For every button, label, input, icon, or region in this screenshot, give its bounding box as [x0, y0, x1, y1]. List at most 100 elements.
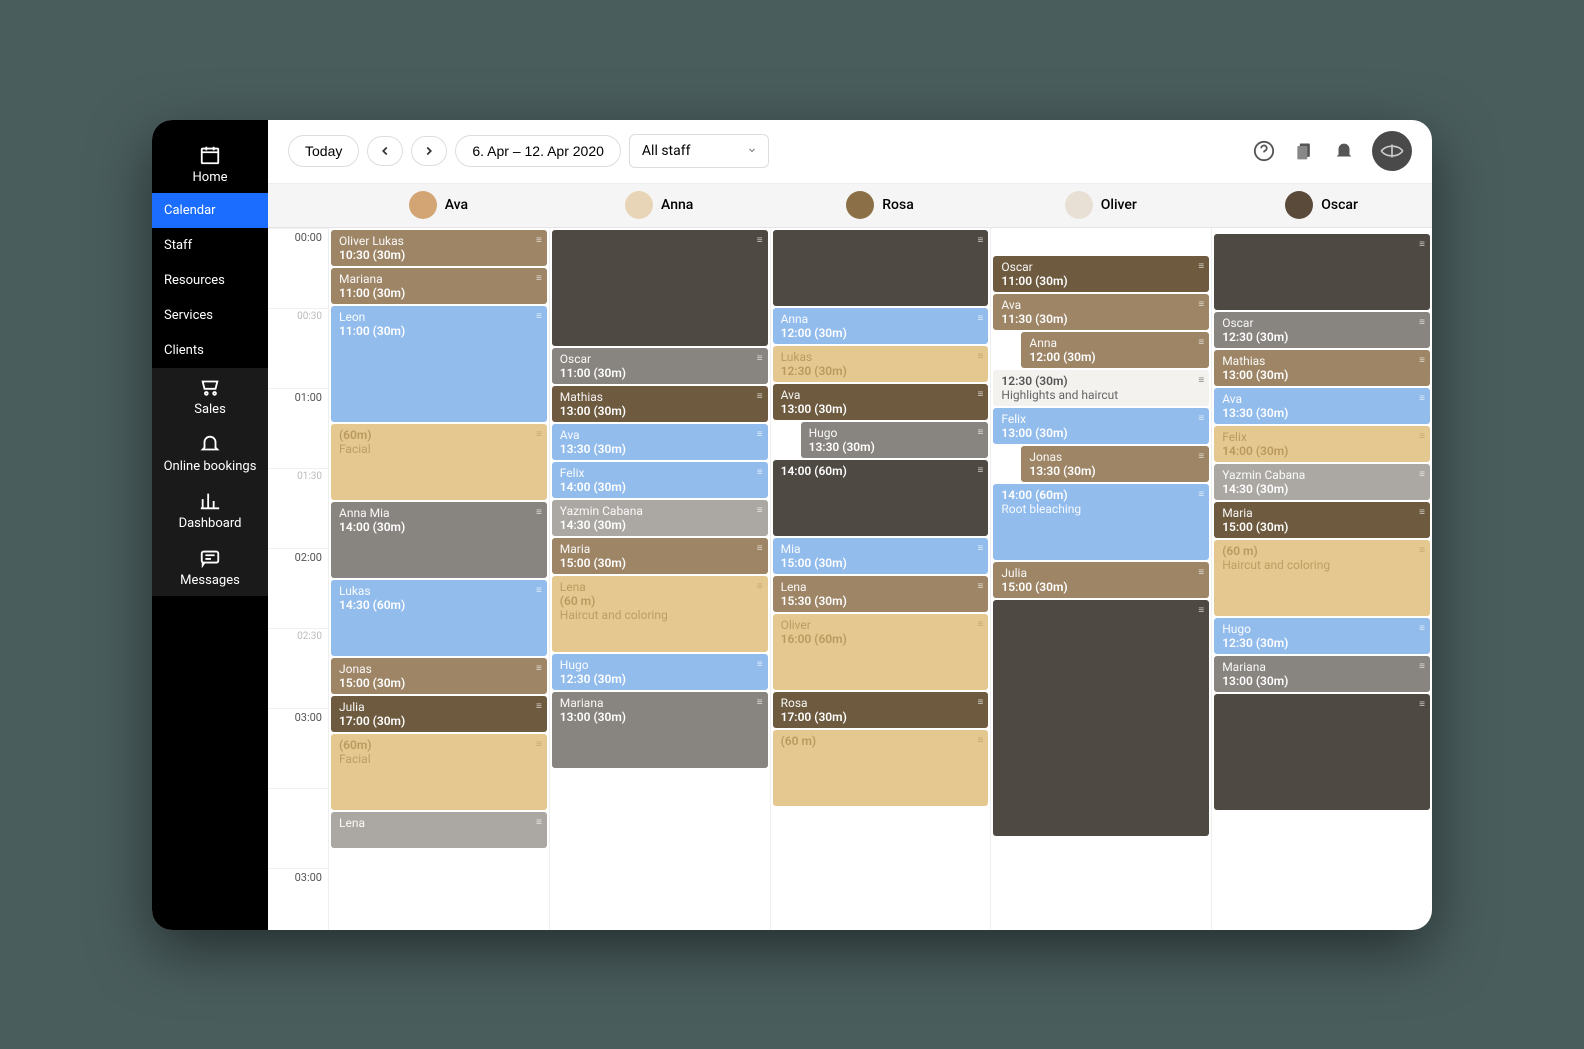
appointment[interactable]: ≡Rosa17:00 (30m): [773, 692, 989, 728]
drag-handle-icon[interactable]: ≡: [1198, 605, 1204, 616]
staff-header-rosa[interactable]: Rosa: [770, 184, 991, 227]
staff-column-oscar[interactable]: ≡ ≡Oscar12:30 (30m)≡Mathias13:00 (30m)≡Av…: [1211, 228, 1432, 930]
staff-column-rosa[interactable]: ≡ ≡Anna12:00 (30m)≡Lukas12:30 (30m)≡Ava13…: [770, 228, 991, 930]
appointment[interactable]: ≡Mariana13:00 (30m): [1214, 656, 1430, 692]
calendar-body[interactable]: 00:00 00:30 01:00 01:30 02:00 02:30 03:0…: [268, 228, 1432, 930]
appointment-time: 12:30 (30m): [1001, 374, 1201, 388]
drag-handle-icon[interactable]: ≡: [757, 235, 763, 246]
appointment[interactable]: ≡Oliver Lukas10:30 (30m): [331, 230, 547, 266]
nav-messages[interactable]: Messages: [152, 539, 268, 596]
appointment[interactable]: ≡Yazmin Cabana14:30 (30m): [1214, 464, 1430, 500]
message-icon: [199, 547, 221, 569]
drag-handle-icon[interactable]: ≡: [1419, 239, 1425, 250]
staff-column-ava[interactable]: ≡Oliver Lukas10:30 (30m)≡Mariana11:00 (3…: [328, 228, 549, 930]
nav-sales-label: Sales: [194, 402, 226, 417]
appointment[interactable]: ≡: [993, 600, 1209, 836]
drag-handle-icon[interactable]: ≡: [1198, 489, 1204, 500]
appointment[interactable]: ≡Mariana13:00 (30m): [552, 692, 768, 768]
appointment[interactable]: ≡Lena15:30 (30m): [773, 576, 989, 612]
nav-staff[interactable]: Staff: [152, 228, 268, 263]
appointment[interactable]: ≡Yazmin Cabana14:30 (30m): [552, 500, 768, 536]
drag-handle-icon[interactable]: ≡: [978, 465, 984, 476]
nav-home[interactable]: Home: [152, 136, 268, 193]
drag-handle-icon[interactable]: ≡: [1419, 699, 1425, 710]
appointment[interactable]: ≡(60 m): [773, 730, 989, 806]
staff-header-oliver[interactable]: Oliver: [990, 184, 1211, 227]
today-button[interactable]: Today: [288, 135, 359, 167]
nav-services[interactable]: Services: [152, 298, 268, 333]
nav-clients[interactable]: Clients: [152, 333, 268, 368]
appointment[interactable]: ≡Anna12:00 (30m): [1021, 332, 1209, 368]
appointment-client: Felix: [1001, 412, 1201, 426]
appointment[interactable]: ≡Oscar12:30 (30m): [1214, 312, 1430, 348]
appointment[interactable]: ≡Leon11:00 (30m): [331, 306, 547, 422]
appointment[interactable]: ≡Lukas12:30 (30m): [773, 346, 989, 382]
appointment[interactable]: ≡Anna Mia14:00 (30m): [331, 502, 547, 578]
staff-column-oliver[interactable]: ≡Oscar11:00 (30m)≡Ava11:30 (30m)≡Anna12:…: [990, 228, 1211, 930]
appointment[interactable]: ≡Ava13:30 (30m): [552, 424, 768, 460]
appointment[interactable]: ≡Oscar11:00 (30m): [552, 348, 768, 384]
help-button[interactable]: [1252, 139, 1276, 163]
appointment[interactable]: ≡Maria15:00 (30m): [1214, 502, 1430, 538]
appointment[interactable]: ≡Mathias13:00 (30m): [1214, 350, 1430, 386]
appointment[interactable]: ≡: [1214, 694, 1430, 810]
appointment[interactable]: ≡(60m)Facial: [331, 734, 547, 810]
date-range-button[interactable]: 6. Apr – 12. Apr 2020: [455, 135, 621, 167]
nav-calendar[interactable]: Calendar: [152, 193, 268, 228]
prev-button[interactable]: [367, 136, 403, 166]
notifications-button[interactable]: [1332, 139, 1356, 163]
appointment[interactable]: ≡Lukas14:30 (60m): [331, 580, 547, 656]
nav-online-bookings[interactable]: Online bookings: [152, 425, 268, 482]
appointment-time: 16:00 (60m): [781, 632, 981, 646]
appointment[interactable]: ≡Ava13:30 (30m): [1214, 388, 1430, 424]
appointment-client: Mathias: [1222, 354, 1422, 368]
drag-handle-icon[interactable]: ≡: [978, 235, 984, 246]
appointment[interactable]: ≡Felix14:00 (30m): [1214, 426, 1430, 462]
drag-handle-icon[interactable]: ≡: [1419, 545, 1425, 556]
appointment[interactable]: ≡Julia15:00 (30m): [993, 562, 1209, 598]
appointment[interactable]: ≡Maria15:00 (30m): [552, 538, 768, 574]
appointment[interactable]: ≡(60m)Facial: [331, 424, 547, 500]
appointment[interactable]: ≡12:30 (30m)Highlights and haircut: [993, 370, 1209, 406]
appointment[interactable]: ≡Oscar11:00 (30m): [993, 256, 1209, 292]
appointment[interactable]: ≡Oliver16:00 (60m): [773, 614, 989, 690]
appointment[interactable]: ≡14:00 (60m)Root bleaching: [993, 484, 1209, 560]
drag-handle-icon[interactable]: ≡: [1198, 375, 1204, 386]
appointment[interactable]: ≡Hugo12:30 (30m): [552, 654, 768, 690]
appointment[interactable]: ≡Jonas15:00 (30m): [331, 658, 547, 694]
drag-handle-icon[interactable]: ≡: [536, 739, 542, 750]
appointment[interactable]: ≡: [773, 230, 989, 306]
appointment[interactable]: ≡Mathias13:00 (30m): [552, 386, 768, 422]
nav-dashboard[interactable]: Dashboard: [152, 482, 268, 539]
appointment[interactable]: ≡Felix13:00 (30m): [993, 408, 1209, 444]
appointment[interactable]: ≡Ava13:00 (30m): [773, 384, 989, 420]
appointment[interactable]: ≡Julia17:00 (30m): [331, 696, 547, 732]
appointment[interactable]: ≡Lena(60 m)Haircut and coloring: [552, 576, 768, 652]
appointment[interactable]: ≡Jonas13:30 (30m): [1021, 446, 1209, 482]
nav-sales[interactable]: Sales: [152, 368, 268, 425]
appointment[interactable]: ≡(60 m)Haircut and coloring: [1214, 540, 1430, 616]
appointment[interactable]: ≡Mia15:00 (30m): [773, 538, 989, 574]
staff-header-oscar[interactable]: Oscar: [1211, 184, 1432, 227]
appointment[interactable]: ≡: [552, 230, 768, 346]
next-button[interactable]: [411, 136, 447, 166]
appointment[interactable]: ≡Ava11:30 (30m): [993, 294, 1209, 330]
appointment[interactable]: ≡14:00 (60m): [773, 460, 989, 536]
drag-handle-icon[interactable]: ≡: [978, 735, 984, 746]
appointment[interactable]: ≡Hugo13:30 (30m): [801, 422, 989, 458]
drag-handle-icon[interactable]: ≡: [536, 429, 542, 440]
appointment[interactable]: ≡Hugo12:30 (30m): [1214, 618, 1430, 654]
staff-filter-select[interactable]: All staff: [629, 134, 769, 168]
staff-header-ava[interactable]: Ava: [328, 184, 549, 227]
staff-header-anna[interactable]: Anna: [549, 184, 770, 227]
appointment[interactable]: ≡: [1214, 234, 1430, 310]
appointment[interactable]: ≡Anna12:00 (30m): [773, 308, 989, 344]
appointment[interactable]: ≡Mariana11:00 (30m): [331, 268, 547, 304]
nav-resources[interactable]: Resources: [152, 263, 268, 298]
appointment[interactable]: ≡Lena: [331, 812, 547, 848]
staff-column-anna[interactable]: ≡ ≡Oscar11:00 (30m)≡Mathias13:00 (30m)≡Av…: [549, 228, 770, 930]
appointment[interactable]: ≡Felix14:00 (30m): [552, 462, 768, 498]
user-avatar[interactable]: [1372, 131, 1412, 171]
copy-button[interactable]: [1292, 139, 1316, 163]
appointment-client: Lena: [339, 816, 539, 830]
